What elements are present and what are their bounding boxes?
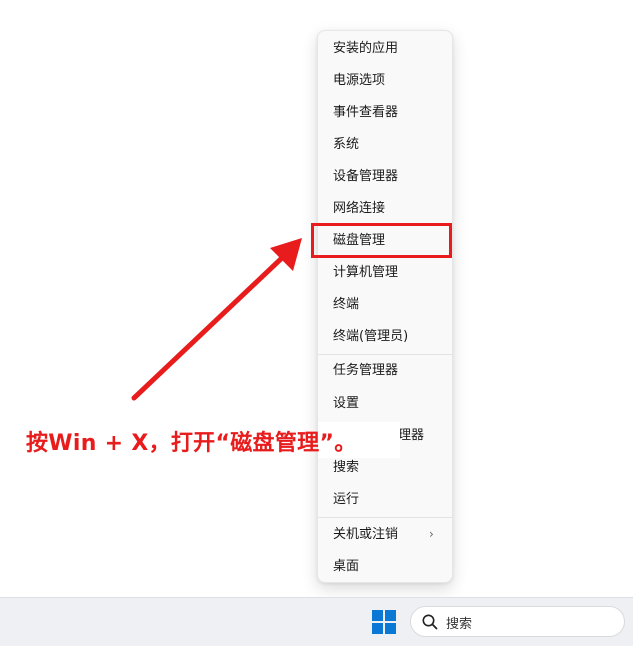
menu-item-shutdown-signout[interactable]: 关机或注销 <box>333 526 398 544</box>
menu-item-terminal-admin[interactable]: 终端(管理员) <box>333 328 408 346</box>
menu-item-system[interactable]: 系统 <box>333 136 359 154</box>
menu-item-power-options[interactable]: 电源选项 <box>333 72 385 90</box>
menu-item-settings[interactable]: 设置 <box>333 395 359 413</box>
menu-item-task-manager[interactable]: 任务管理器 <box>333 362 398 380</box>
winx-context-menu: 安装的应用 电源选项 事件查看器 系统 设备管理器 网络连接 磁盘管理 计算机管… <box>317 30 453 583</box>
menu-item-desktop[interactable]: 桌面 <box>333 558 359 576</box>
taskbar-search-box[interactable]: 搜索 <box>410 606 625 637</box>
menu-item-event-viewer[interactable]: 事件查看器 <box>333 104 398 122</box>
menu-item-run[interactable]: 运行 <box>333 491 359 509</box>
annotation-caption: 按Win + X，打开“磁盘管理”。 <box>26 431 357 456</box>
taskbar: 搜索 <box>0 597 633 646</box>
menu-separator <box>318 354 452 355</box>
search-label: 搜索 <box>446 617 473 632</box>
menu-item-network[interactable]: 网络连接 <box>333 200 385 218</box>
menu-item-device-manager[interactable]: 设备管理器 <box>333 168 398 186</box>
menu-item-search[interactable]: 搜索 <box>333 459 359 477</box>
chevron-right-icon: › <box>429 527 434 541</box>
windows-start-icon[interactable] <box>372 610 396 634</box>
menu-separator <box>318 517 452 518</box>
menu-item-computer-management[interactable]: 计算机管理 <box>333 264 398 282</box>
highlight-box <box>311 223 452 258</box>
menu-item-installed-apps[interactable]: 安装的应用 <box>333 40 398 58</box>
menu-item-terminal[interactable]: 终端 <box>333 296 359 314</box>
search-icon <box>422 614 438 630</box>
